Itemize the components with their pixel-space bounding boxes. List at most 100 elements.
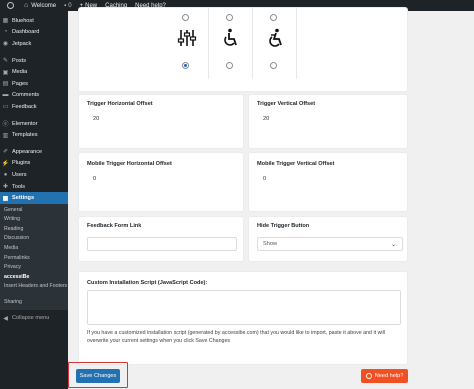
collapse-menu-button[interactable]: ◀ Collapse menu (0, 312, 68, 324)
sidebar-item-label: Jetpack (12, 40, 32, 47)
mobile-trigger-horizontal-offset-card: Mobile Trigger Horizontal Offset 0 (78, 152, 244, 212)
sidebar-item-label: Pages (12, 80, 28, 87)
mobile-trigger-vertical-offset-label: Mobile Trigger Vertical Offset (257, 161, 335, 167)
mobile-trigger-horizontal-offset-input[interactable]: 0 (87, 172, 121, 186)
feedback-form-link-label: Feedback Form Link (87, 223, 142, 229)
sidebar-item-feedback[interactable]: ▭ Feedback (0, 101, 68, 113)
custom-script-card: Custom Installation Script (JavaScript C… (78, 271, 408, 365)
settings-icon: ▦ (2, 195, 9, 202)
hide-trigger-button-card: Hide Trigger Button Show ⌄ (248, 216, 408, 262)
trigger-horizontal-offset-card: Trigger Horizontal Offset 20 (78, 94, 244, 149)
mobile-trigger-vertical-offset-input[interactable]: 0 (257, 172, 291, 186)
submenu-item-sharing[interactable]: Sharing (0, 298, 68, 308)
sidebar-item-dashboard[interactable]: ◔ Dashboard (0, 27, 68, 39)
lifebuoy-icon (365, 373, 372, 379)
collapse-label: Collapse menu (12, 315, 50, 322)
plugin-icon: ⚡ (1, 160, 10, 167)
sidebar-item-templates[interactable]: ▥ Templates (0, 129, 68, 141)
wrench-icon: ✚ (2, 184, 9, 191)
submenu-item-permalinks[interactable]: Permalinks (0, 253, 68, 263)
save-changes-button[interactable]: Save Changes (76, 369, 120, 383)
site-name: Welcome (31, 2, 57, 9)
brush-icon: ✐ (2, 149, 9, 156)
custom-script-help: If you have a customized installation sc… (87, 330, 385, 344)
submenu-item-reading[interactable]: Reading (0, 224, 68, 234)
icon-radio[interactable] (270, 14, 277, 21)
sidebar-item-appearance[interactable]: ✐ Appearance (0, 146, 68, 158)
sidebar-item-posts[interactable]: ✎ Posts (0, 55, 68, 67)
icon-option-wheelchair-active[interactable] (253, 8, 297, 79)
sidebar-item-label: Posts (12, 57, 26, 64)
jetpack-icon: ◉ (2, 41, 9, 48)
custom-script-label: Custom Installation Script (JavaScript C… (87, 280, 208, 286)
sliders-icon (177, 30, 197, 46)
sidebar-item-label: Feedback (12, 103, 37, 110)
sidebar-item-tools[interactable]: ✚ Tools (0, 181, 68, 193)
feedback-icon: ▭ (2, 104, 9, 111)
hide-trigger-button-select[interactable]: Show ⌄ (257, 237, 403, 251)
chevron-down-icon: ⌄ (390, 241, 396, 248)
trigger-icon-card (78, 7, 408, 92)
home-icon: ⌂ (24, 2, 29, 9)
pages-icon: ▤ (2, 81, 9, 88)
sidebar-item-label: Appearance (12, 148, 43, 155)
sidebar-item-label: Users (12, 171, 27, 178)
mobile-trigger-vertical-offset-card: Mobile Trigger Vertical Offset 0 (248, 152, 408, 212)
sidebar-item-label: Bluehost (12, 17, 34, 24)
trigger-vertical-offset-label: Trigger Vertical Offset (257, 101, 316, 107)
icon-radio[interactable] (226, 62, 233, 69)
submenu-item-privacy[interactable]: Privacy (0, 262, 68, 272)
submenu-item-general[interactable]: General (0, 205, 68, 215)
need-help-label: Need help? (374, 373, 404, 379)
need-help-button[interactable]: Need help? (361, 369, 408, 383)
hide-trigger-button-label: Hide Trigger Button (257, 223, 310, 229)
media-icon: ▣ (2, 69, 9, 76)
icon-radio[interactable] (270, 62, 277, 69)
icon-radio-selected[interactable] (182, 62, 189, 69)
comments-link[interactable]: ▪ 0 (60, 0, 75, 11)
trigger-vertical-offset-card: Trigger Vertical Offset 20 (248, 94, 408, 149)
feedback-form-link-card: Feedback Form Link (78, 216, 244, 262)
trigger-vertical-offset-input[interactable]: 20 (257, 112, 291, 126)
icon-radio[interactable] (226, 14, 233, 21)
sidebar-item-plugins[interactable]: ⚡ Plugins (0, 158, 68, 170)
admin-sidebar: ▦ Bluehost ◔ Dashboard ◉ Jetpack ✎ Posts ▣ Me… (0, 11, 68, 389)
main-content: Trigger Horizontal Offset 20 Trigger Ver… (68, 7, 474, 389)
sidebar-item-label: Settings (12, 195, 35, 202)
comments-icon: ▬ (2, 92, 9, 99)
submenu-item-writing[interactable]: Writing (0, 215, 68, 225)
sidebar-item-media[interactable]: ▣ Media (0, 66, 68, 78)
submenu-item-discussion[interactable]: Discussion (0, 234, 68, 244)
submenu-item-media[interactable]: Media (0, 243, 68, 253)
submenu-item-insert-headers-footers[interactable]: Insert Headers and Footers (0, 282, 68, 298)
sidebar-item-pages[interactable]: ▤ Pages (0, 78, 68, 90)
feedback-form-link-input[interactable] (87, 237, 237, 251)
wordpress-logo[interactable] (0, 0, 20, 11)
sidebar-item-settings[interactable]: ▦ Settings (0, 192, 68, 204)
dashboard-icon: ◔ (3, 29, 8, 36)
trigger-horizontal-offset-label: Trigger Horizontal Offset (87, 101, 153, 107)
hide-trigger-button-value: Show (263, 241, 277, 247)
icon-radio[interactable] (182, 14, 189, 21)
submenu-item-accessibe[interactable]: accessiBe (0, 272, 68, 282)
sidebar-item-label: Comments (12, 92, 40, 99)
sidebar-item-comments[interactable]: ▬ Comments (0, 90, 68, 102)
templates-icon: ▥ (2, 132, 9, 139)
comments-count: 0 (68, 2, 72, 9)
sidebar-item-label: Media (12, 69, 28, 76)
sidebar-item-elementor[interactable]: ⓔ Elementor (0, 118, 68, 130)
site-name-link[interactable]: ⌂ Welcome (20, 0, 60, 11)
bluehost-icon: ▦ (2, 18, 9, 25)
sidebar-item-bluehost[interactable]: ▦ Bluehost (0, 15, 68, 27)
custom-script-textarea[interactable] (87, 290, 401, 325)
wordpress-icon (7, 2, 14, 9)
sidebar-item-jetpack[interactable]: ◉ Jetpack (0, 38, 68, 50)
wheelchair-icon (224, 28, 237, 46)
trigger-horizontal-offset-input[interactable]: 20 (87, 112, 121, 126)
icon-option-sliders[interactable] (165, 8, 209, 79)
sidebar-item-users[interactable]: ● Users (0, 169, 68, 181)
icon-option-wheelchair[interactable] (209, 8, 253, 79)
sidebar-item-label: Templates (12, 132, 38, 139)
sidebar-item-label: Dashboard (12, 29, 40, 36)
users-icon: ● (3, 171, 8, 178)
